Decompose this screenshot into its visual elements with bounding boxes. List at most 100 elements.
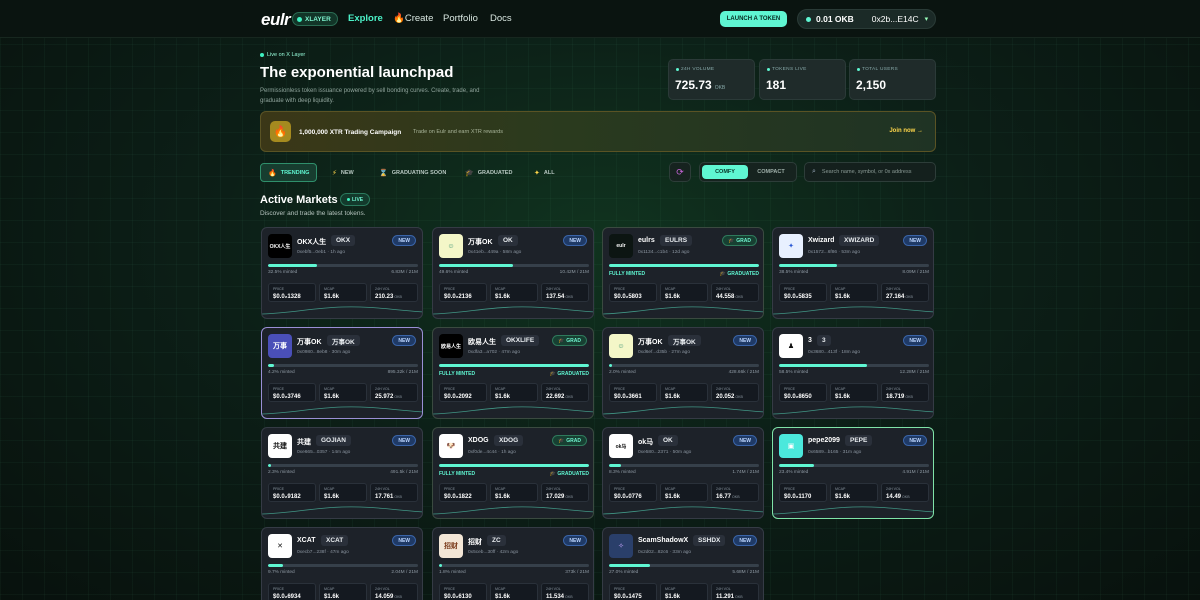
minted-percent: 49.6% minted [439,270,469,275]
badge-label: GRAD [566,437,581,444]
nav-portfolio[interactable]: Portfolio [443,13,478,24]
mint-progress-bar [609,264,759,267]
price-sparkline [433,406,593,415]
price-box: PRICE $0.0₂3746 [268,383,316,402]
token-meta: 0x1572...6f86 · 53m ago [808,250,861,255]
metric-label: MCAP [495,487,506,491]
metric-label: 24H VOL [546,587,561,591]
filter-new[interactable]: ⚡ NEW [325,163,361,182]
price-sparkline [773,506,933,515]
sparkline-path [603,306,763,315]
token-card[interactable]: ☺ 万事OK OK 0x41eb...449a · 58m ago NEW 49.6% m… [432,227,594,319]
view-comfy-button[interactable]: COMFY [702,165,748,179]
supply-value: 6.83M / 21M [391,270,418,275]
minted-percent: 58.5% minted [779,370,809,375]
minted-percent: 4.2% minted [268,370,295,375]
metric-label: 24H VOL [375,587,390,591]
mcap-box: MCAP $1.6k [830,283,878,302]
token-meta: 0x3680...413f · 18m ago [808,350,861,355]
token-symbol: 万事OK [327,335,360,346]
filter-trending[interactable]: 🔥 TRENDING [260,163,318,182]
metric-value: $0.0₂1475 [614,594,642,600]
mcap-box: MCAP $1.6k [490,383,538,402]
filter-graduating-soon[interactable]: ⌛ GRADUATING SOON [372,163,453,182]
supply-value: 373k / 21M [565,570,589,575]
metric-value: $0.0₂1170 [784,494,812,500]
metric-value: $0.0₂1328 [273,294,301,300]
refresh-icon: ⟳ [676,166,684,177]
metric-value: 27.164OKB [886,294,913,300]
volume-box: 24H VOL 17.761OKB [370,483,418,502]
sparkle-icon: ✦ [534,169,540,177]
hourglass-icon: ⌛ [379,169,388,177]
graduated-badge: 🎓 GRAD [552,435,587,446]
metric-label: 24H VOL [886,287,901,291]
mint-progress-fill [609,464,622,467]
token-card[interactable]: 共建 共建 GOJIAN 0xe665...0357 · 14m ago NEW 2.3%… [261,427,423,519]
logo[interactable]: eulr [261,10,291,30]
metric-label: PRICE [614,487,625,491]
supply-value: 4.91M / 21M [902,470,929,475]
token-card[interactable]: 🐶 XDOG XDOG 0xf0de...4c44 · 1h ago 🎓 GRAD FULL… [432,427,594,519]
price-box: PRICE $0.0₂8650 [779,383,827,402]
mint-progress-fill [609,364,612,367]
supply-value: 428.66k / 21M [728,370,759,375]
token-card[interactable]: OKX人生 OKX人生 OKX 0xebf5...0eb1 · 1h ago NEW 32… [261,227,423,319]
price-box: PRICE $0.0₂1475 [609,583,657,600]
volume-box: 24H VOL 11.534OKB [541,583,589,600]
metric-value: $0.0₂3661 [614,394,642,400]
search-input[interactable] [821,169,932,175]
price-sparkline [603,506,763,515]
new-badge: NEW [392,535,416,546]
metric-label: 24H VOL [716,287,731,291]
token-card[interactable]: ok马 ok马 OK 0xe580...2371 · 50m ago NEW 8.3% m… [602,427,764,519]
graduation-cap-icon: 🎓 [465,169,474,177]
price-sparkline [262,406,422,415]
section-subtitle: Discover and trade the latest tokens. [260,210,366,217]
launch-token-button[interactable]: LAUNCH A TOKEN [720,11,787,27]
token-meta: 0xe665...0357 · 14m ago [297,450,351,455]
token-card[interactable]: ✦ Xwizard XWIZARD 0x1572...6f86 · 53m ago NE… [772,227,934,319]
mint-progress-bar [268,364,418,367]
metric-value: 11.534OKB [546,594,573,600]
metric-label: MCAP [835,387,846,391]
token-card[interactable]: 招财 招财 ZC 0x5ceb...30ff · 42m ago NEW 1.8% min… [432,527,594,600]
nav-explore[interactable]: Explore [348,13,383,24]
filter-all[interactable]: ✦ ALL [527,163,562,182]
supply-value: 2.04M / 21M [391,570,418,575]
minted-percent: 38.5% minted [779,270,809,275]
token-card[interactable]: 万事 万事OK 万事OK 0x0980...8eb8 · 30m ago NEW 4.2%… [261,327,423,419]
campaign-subtitle: Trade on Eulr and earn XTR rewards [413,129,503,135]
token-avatar: ♟ [779,334,803,358]
refresh-button[interactable]: ⟳ [669,162,691,182]
graduated-label: 🎓 GRADUATED [550,471,589,477]
campaign-banner[interactable]: 🔥 1,000,000 XTR Trading Campaign Trade o… [260,111,936,152]
mint-progress-fill [779,364,867,367]
nav-docs[interactable]: Docs [490,13,512,24]
wallet-button[interactable]: 0.01 OKB 0x2b...E14C ▾ [797,9,936,29]
nav-create[interactable]: 🔥Create [393,13,433,24]
filter-graduated[interactable]: 🎓 GRADUATED [458,163,519,182]
token-card[interactable]: 欧易人生 欧易人生 OKXLIFE 0xdfa3...a702 · 47m ago 🎓 G… [432,327,594,419]
price-sparkline [603,306,763,315]
token-card[interactable]: ✧ ScamShadowX SSHDX 0x2d02...82c6 · 33m ago… [602,527,764,600]
token-card[interactable]: ✕ XCAT XCAT 0xecb7...238f · 47m ago NEW 9.7% … [261,527,423,600]
view-compact-button[interactable]: COMPACT [748,165,794,179]
fully-minted-label: FULLY MINTED [439,471,476,477]
supply-value: 895.32k / 21M [387,370,418,375]
metric-value: 16.77OKB [716,494,740,500]
mint-progress-bar [609,364,759,367]
unit-label: OKB [735,595,743,599]
token-card[interactable]: eulr eulrs EULRS 0x1134...c1b4 · 12d ago 🎓 GR… [602,227,764,319]
token-card[interactable]: ☺ 万事OK 万事OK 0xd6ef...d35b · 27m ago NEW 2.0% … [602,327,764,419]
token-card[interactable]: ♟ 3 3 0x3680...413f · 18m ago NEW 58.5% minte… [772,327,934,419]
metric-value: $0.0₂8650 [784,394,812,400]
token-symbol: XWIZARD [839,235,880,246]
metric-value: $0.0₂5803 [614,294,642,300]
token-symbol: OK [658,435,678,446]
join-now-link[interactable]: Join now → [889,128,923,134]
metric-label: MCAP [495,387,506,391]
token-name: 万事OK [638,339,663,346]
token-card[interactable]: ▣ pepe2099 PEPE 0x6589...b165 · 31m ago NEW 2… [772,427,934,519]
unit-label: OKB [565,595,573,599]
